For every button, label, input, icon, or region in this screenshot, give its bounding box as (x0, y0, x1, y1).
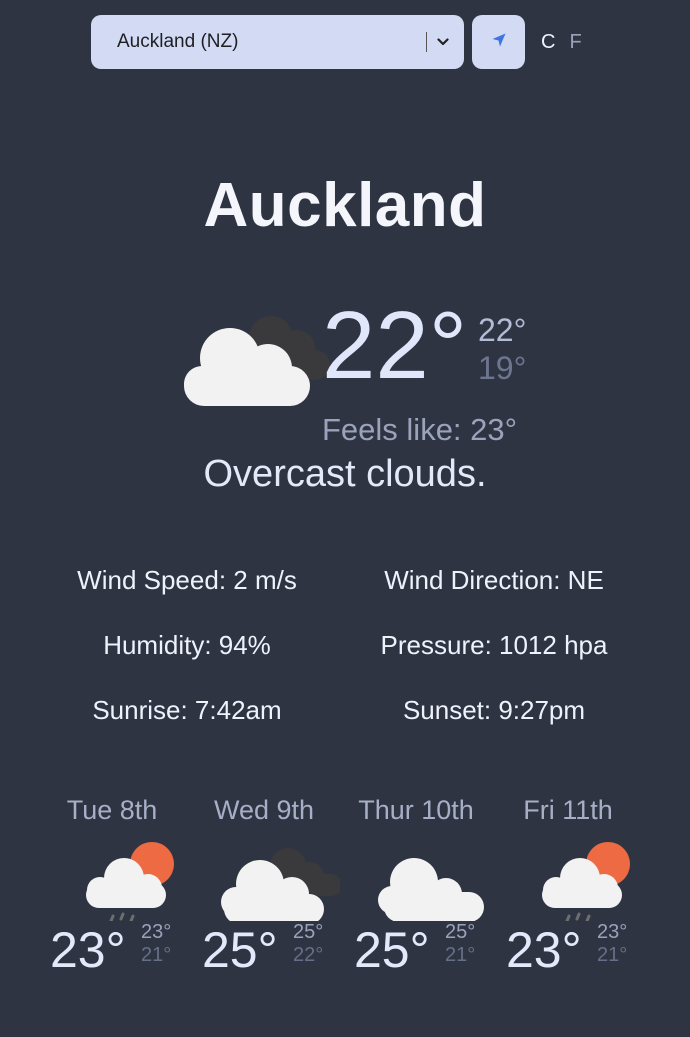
forecast-day: Thur 10th 25° 25° 21° (340, 795, 492, 981)
forecast-day-label: Thur 10th (358, 795, 474, 825)
sun-rain-cloud-icon (492, 826, 644, 923)
forecast-day-label: Tue 8th (66, 795, 158, 825)
unit-celsius-toggle[interactable]: C (541, 31, 555, 54)
forecast-low: 21° (597, 944, 628, 966)
forecast-temp: 23° (506, 922, 582, 978)
pressure: Pressure: 1012 hpa (380, 630, 608, 660)
forecast-day: Fri 11th 23° 23° 21° (492, 795, 644, 981)
current-high: 22° (478, 312, 527, 348)
forecast-temp: 23° (50, 922, 126, 978)
forecast-temps: 23° 23° 21° (492, 921, 644, 981)
city-select[interactable]: Auckland (NZ) (91, 15, 464, 69)
forecast-temps: 25° 25° 21° (340, 921, 492, 981)
forecast-high: 25° (445, 921, 476, 943)
sun-rain-cloud-icon (36, 826, 188, 923)
sunset: Sunset: 9:27pm (402, 695, 586, 725)
wind-direction: Wind Direction: NE (384, 565, 604, 595)
city-select-value: Auckland (NZ) (117, 31, 239, 52)
forecast-day-label: Fri 11th (523, 795, 613, 825)
city-title: Auckland (203, 171, 487, 240)
sunrise: Sunrise: 7:42am (92, 695, 282, 725)
top-controls: Auckland (NZ) C F (91, 15, 582, 69)
forecast-temps: 23° 23° 21° (36, 921, 188, 981)
current-temperature: 22° (322, 292, 468, 399)
location-arrow-icon (491, 32, 507, 53)
forecast-temp: 25° (354, 922, 430, 978)
cloud-icon (340, 826, 492, 922)
forecast-temps: 25° 25° 22° (188, 921, 340, 981)
forecast-high: 23° (141, 921, 172, 943)
weather-app: Auckland (NZ) C F Auckland 22° 22° 19° F… (0, 0, 690, 1037)
forecast-day-label: Wed 9th (213, 795, 315, 825)
overcast-clouds-icon (188, 826, 342, 924)
forecast-day: Wed 9th 25° 25° 22° (188, 795, 342, 981)
forecast-low: 21° (141, 944, 172, 966)
unit-fahrenheit-toggle[interactable]: F (569, 31, 581, 54)
weather-description: Overcast clouds. (203, 453, 487, 495)
current-low: 19° (478, 350, 527, 386)
forecast-temp: 25° (202, 922, 278, 978)
forecast-low: 21° (445, 944, 476, 966)
feels-like: Feels like: 23° (322, 412, 518, 447)
forecast-day: Tue 8th 23° 23° 21° (36, 795, 188, 981)
chevron-down-icon[interactable] (436, 35, 450, 49)
humidity: Humidity: 94% (103, 630, 271, 660)
wind-speed: Wind Speed: 2 m/s (77, 565, 297, 595)
forecast-high: 25° (293, 921, 324, 943)
overcast-clouds-icon (182, 312, 332, 413)
select-separator (426, 32, 427, 52)
forecast-high: 23° (597, 921, 628, 943)
current-location-button[interactable] (472, 15, 525, 69)
forecast-low: 22° (293, 944, 324, 966)
